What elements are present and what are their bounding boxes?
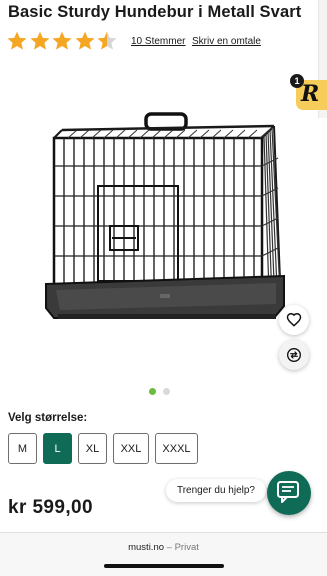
chat-icon [277, 481, 299, 503]
heart-icon [286, 312, 302, 327]
chat-button[interactable] [267, 471, 311, 515]
rewards-widget-letter: R [301, 81, 320, 107]
star-icon [7, 31, 27, 50]
browser-separator: – [166, 542, 172, 553]
chat-help-bubble[interactable]: Trenger du hjelp? [166, 479, 266, 502]
write-review-link[interactable]: Skriv en omtale [192, 36, 261, 47]
size-option-xxxl[interactable]: XXXL [155, 433, 198, 464]
size-option-l[interactable]: L [43, 433, 72, 464]
size-option-xl[interactable]: XL [78, 433, 107, 464]
product-title: Basic Sturdy Hundebur i Metall Svart [8, 3, 302, 21]
size-selector-label: Velg størrelse: [8, 412, 88, 424]
carousel-dot[interactable] [163, 388, 170, 395]
browser-private-mode: Privat [174, 542, 199, 553]
star-icon [29, 31, 50, 50]
rating-stars [6, 30, 119, 52]
size-options: M L XL XXL XXXL [8, 433, 204, 464]
product-price: kr 599,00 [8, 497, 93, 518]
star-icon [74, 31, 95, 50]
size-option-m[interactable]: M [8, 433, 37, 464]
browser-domain: musti.no [128, 542, 165, 553]
star-icon [97, 31, 117, 50]
favorite-button[interactable] [279, 305, 309, 335]
dog-crate-image [45, 112, 285, 319]
size-option-xxl[interactable]: XXL [113, 433, 149, 464]
votes-link[interactable]: 10 Stemmer [131, 36, 185, 47]
browser-url[interactable]: musti.no – Privat [0, 542, 327, 553]
compare-button[interactable] [279, 340, 309, 370]
compare-arrows-icon [287, 348, 301, 362]
home-indicator[interactable] [104, 564, 224, 568]
star-icon [52, 31, 72, 50]
carousel-dot-active[interactable] [149, 388, 156, 395]
rewards-badge: 1 [290, 74, 304, 88]
browser-bottom-bar [0, 532, 327, 576]
